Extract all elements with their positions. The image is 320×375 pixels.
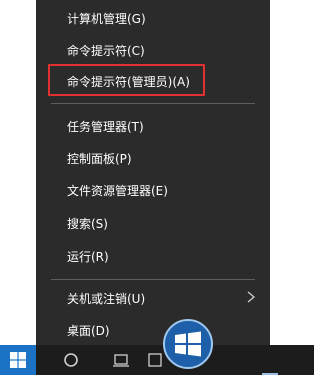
windows-start-icon bbox=[10, 352, 26, 368]
menu-item-control-panel[interactable]: 控制面板(P) bbox=[36, 143, 270, 173]
menu-item-label: 桌面(D) bbox=[67, 323, 110, 338]
winx-context-menu: 计算机管理(G) 命令提示符(C) 命令提示符(管理员)(A) 任务管理器(T)… bbox=[36, 0, 270, 357]
menu-item-label: 搜索(S) bbox=[67, 216, 108, 231]
desktop-background bbox=[280, 0, 314, 345]
menu-item-run[interactable]: 运行(R) bbox=[36, 241, 270, 271]
menu-item-label: 任务管理器(T) bbox=[67, 119, 144, 134]
menu-item-command-prompt[interactable]: 命令提示符(C) bbox=[36, 35, 270, 65]
highlight-annotation bbox=[48, 64, 205, 96]
menu-item-label: 文件资源管理器(E) bbox=[67, 183, 168, 198]
menu-item-label: 运行(R) bbox=[67, 249, 109, 264]
menu-item-task-manager[interactable]: 任务管理器(T) bbox=[36, 111, 270, 141]
chevron-right-icon bbox=[247, 291, 256, 303]
menu-item-file-explorer[interactable]: 文件资源管理器(E) bbox=[36, 175, 270, 205]
menu-item-label: 计算机管理(G) bbox=[67, 11, 146, 26]
menu-item-shutdown-signout[interactable]: 关机或注销(U) bbox=[36, 283, 270, 313]
search-circle-icon[interactable] bbox=[58, 345, 84, 375]
windows-logo-icon bbox=[163, 319, 213, 369]
menu-separator bbox=[51, 103, 255, 104]
menu-item-label: 关机或注销(U) bbox=[67, 291, 146, 306]
menu-separator bbox=[51, 279, 255, 280]
menu-item-search[interactable]: 搜索(S) bbox=[36, 208, 270, 238]
menu-item-computer-management[interactable]: 计算机管理(G) bbox=[36, 3, 270, 33]
task-view-icon[interactable] bbox=[108, 345, 134, 375]
menu-item-label: 命令提示符(C) bbox=[67, 43, 145, 58]
watermark-logo bbox=[160, 316, 314, 375]
start-button[interactable] bbox=[0, 345, 36, 375]
menu-item-label: 控制面板(P) bbox=[67, 151, 132, 166]
